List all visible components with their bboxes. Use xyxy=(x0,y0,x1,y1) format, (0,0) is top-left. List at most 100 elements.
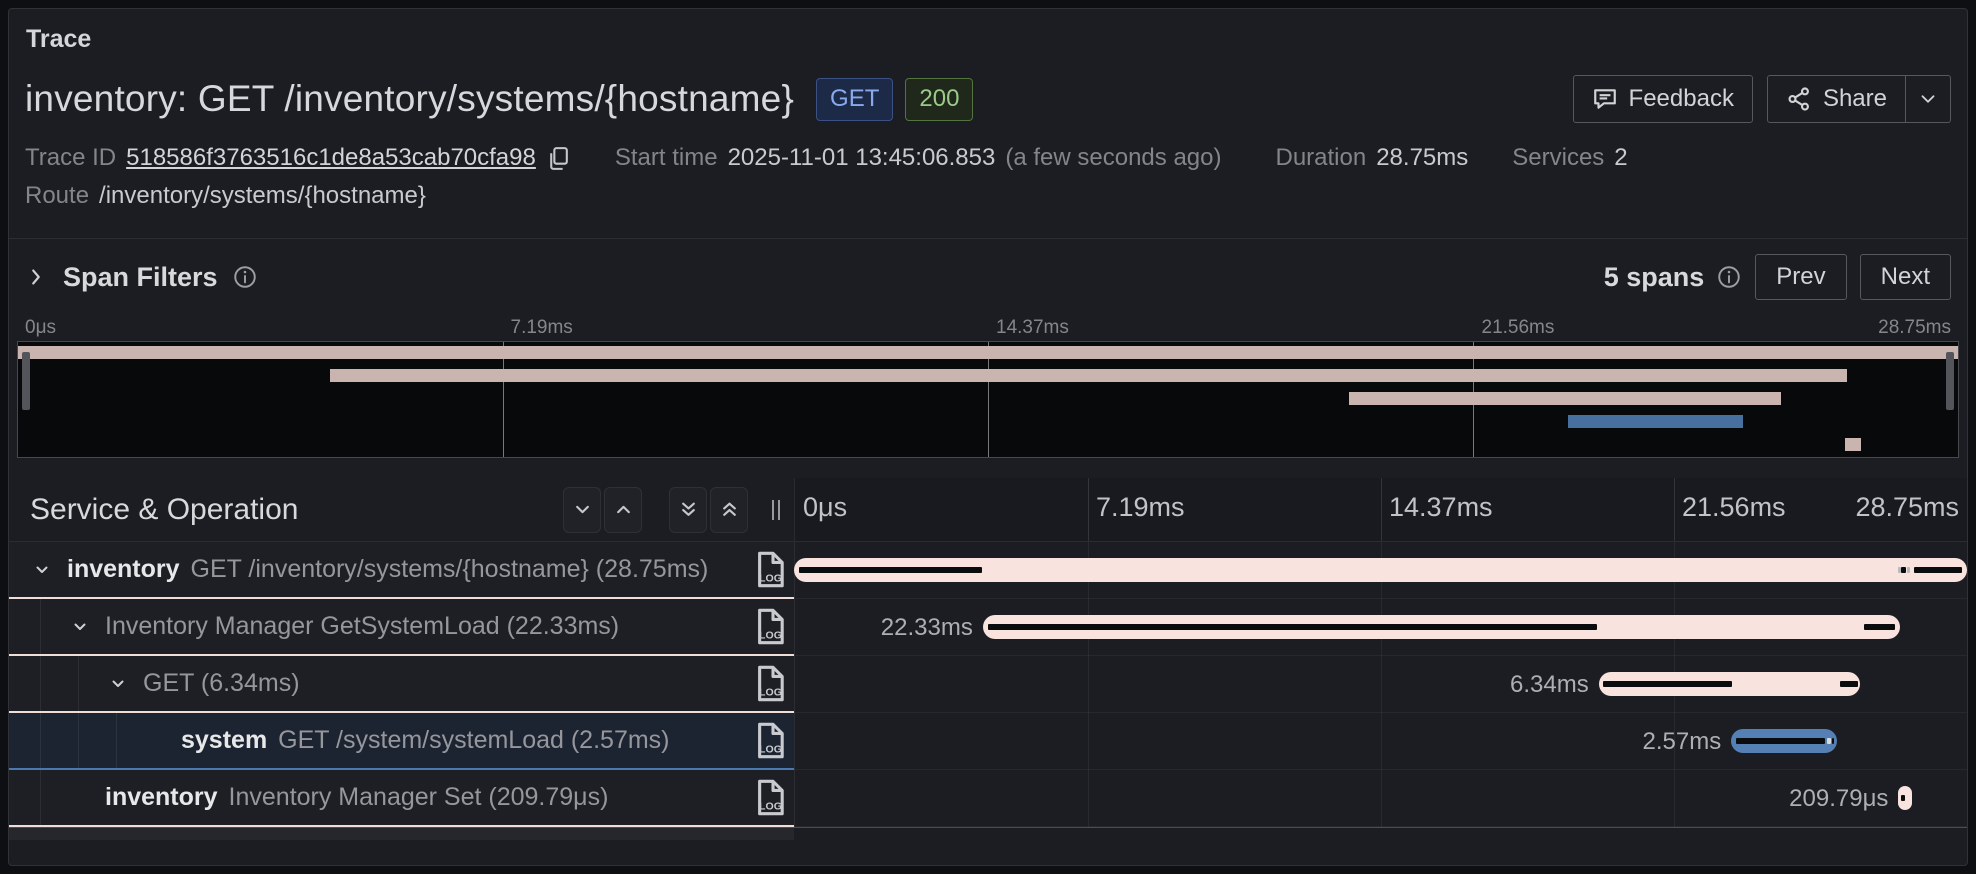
double-chevron-up-icon xyxy=(721,501,738,518)
timeline-tick-label: 21.56ms xyxy=(1481,317,1555,338)
timeline-header: Service & Operation 0μs 7.19ms 14.37ms 2… xyxy=(9,478,1967,542)
span-duration-label: 209.79μs xyxy=(1789,785,1889,812)
expand-all-button[interactable] xyxy=(710,486,748,533)
trace-meta-row: Trace ID 518586f3763516c1de8a53cab70cfa9… xyxy=(25,142,1951,174)
service-operation-title: Service & Operation xyxy=(30,492,299,526)
span-bar-cell[interactable] xyxy=(794,542,1967,599)
trace-panel: Trace inventory: GET /inventory/systems/… xyxy=(8,8,1968,866)
minimap-span-bar[interactable] xyxy=(1568,415,1743,428)
start-time-value: 2025-11-01 13:45:06.853 xyxy=(727,144,996,171)
critical-path-segment xyxy=(1735,738,1826,744)
next-span-button[interactable]: Next xyxy=(1859,254,1951,300)
critical-path-segment xyxy=(1831,738,1835,744)
critical-path-segment xyxy=(1914,567,1963,573)
panel-resize-handle[interactable] xyxy=(772,499,780,520)
timeline-tick-label: 0μs xyxy=(25,317,57,338)
collapse-all-button[interactable] xyxy=(669,486,707,533)
timeline-tick-label: 28.75ms xyxy=(1878,317,1951,338)
span-logs-button[interactable]: LOG xyxy=(754,608,785,645)
expand-one-button[interactable] xyxy=(604,486,642,533)
critical-path-segment xyxy=(1906,567,1910,573)
services-label: Services xyxy=(1512,144,1605,171)
svg-text:LOG: LOG xyxy=(759,743,782,755)
status-badge: 200 xyxy=(905,77,974,121)
span-tree-cell[interactable]: GET (6.34ms) LOG xyxy=(9,656,794,713)
services-count: 2 xyxy=(1614,144,1628,171)
gridline xyxy=(1381,478,1382,541)
expand-chevron-icon[interactable] xyxy=(34,562,67,578)
span-duration-label: 22.33ms xyxy=(880,614,973,641)
indent-guide xyxy=(78,656,79,711)
title-row: inventory: GET /inventory/systems/{hostn… xyxy=(25,72,1951,126)
span-operation-name: GET /system/systemLoad (2.57ms) xyxy=(278,726,670,754)
feedback-button[interactable]: Feedback xyxy=(1572,75,1753,123)
minimap-right-drag-handle[interactable] xyxy=(1946,352,1954,410)
indent-guide xyxy=(40,713,41,768)
share-dropdown-button[interactable] xyxy=(1905,75,1951,123)
minimap-canvas[interactable] xyxy=(17,341,1959,458)
minimap-span-bar[interactable] xyxy=(18,346,1958,359)
span-bar-cell[interactable]: 6.34ms xyxy=(794,656,1967,713)
trace-timeline-section: Service & Operation 0μs 7.19ms 14.37ms 2… xyxy=(9,478,1967,840)
span-bar-cell[interactable]: 22.33ms xyxy=(794,599,1967,656)
critical-path-segment xyxy=(1826,738,1831,744)
span-row[interactable]: Inventory Manager GetSystemLoad (22.33ms… xyxy=(9,599,1967,656)
chevron-up-icon xyxy=(615,501,632,518)
expand-chevron-icon[interactable] xyxy=(72,619,105,635)
span-row[interactable]: inventory GET /inventory/systems/{hostnam… xyxy=(9,542,1967,599)
gridline xyxy=(988,342,989,457)
critical-path-segment xyxy=(1603,681,1733,687)
gridline xyxy=(503,342,504,457)
collapse-all-button-group xyxy=(666,486,748,533)
span-count-info-icon[interactable] xyxy=(1716,264,1742,290)
indent-guide xyxy=(40,770,41,825)
span-logs-button[interactable]: LOG xyxy=(754,722,785,759)
route-value: /inventory/systems/{hostname} xyxy=(99,182,426,209)
expand-chevron-icon[interactable] xyxy=(110,676,143,692)
trace-id-link[interactable]: 518586f3763516c1de8a53cab70cfa98 xyxy=(126,144,536,172)
critical-path-segment xyxy=(1863,624,1896,630)
span-logs-button[interactable]: LOG xyxy=(754,779,785,816)
span-duration-label: 2.57ms xyxy=(1642,728,1722,755)
span-filters-row: Span Filters 5 spans Prev Next xyxy=(25,239,1951,315)
span-row[interactable]: GET (6.34ms) LOG 6.34ms xyxy=(9,656,1967,713)
route-row: Route /inventory/systems/{hostname} xyxy=(25,180,1951,212)
timeline-tick-label: 7.19ms xyxy=(510,317,573,338)
span-service-name: inventory xyxy=(105,783,218,811)
info-icon[interactable] xyxy=(232,264,258,290)
span-row[interactable]: system GET /system/systemLoad (2.57ms) LOG… xyxy=(9,713,1967,770)
timeline-tick-label: 14.37ms xyxy=(1389,492,1493,522)
span-tree-cell[interactable]: inventory Inventory Manager Set (209.79μs… xyxy=(9,770,794,827)
timeline-tick-label: 28.75ms xyxy=(1855,492,1959,522)
minimap-span-bar[interactable] xyxy=(1348,392,1782,405)
span-tree-cell[interactable]: inventory GET /inventory/systems/{hostnam… xyxy=(9,542,794,599)
critical-path-segment xyxy=(798,567,982,573)
span-tree-cell[interactable]: system GET /system/systemLoad (2.57ms) LOG xyxy=(9,713,794,770)
horizontal-scrollbar[interactable] xyxy=(9,828,794,840)
comment-icon xyxy=(1592,86,1618,112)
span-tree-cell[interactable]: Inventory Manager GetSystemLoad (22.33ms… xyxy=(9,599,794,656)
collapse-one-button[interactable] xyxy=(563,486,601,533)
critical-path-segment xyxy=(1901,795,1906,801)
critical-path-segment xyxy=(1897,567,1901,573)
minimap-span-bar[interactable] xyxy=(330,369,1848,382)
span-bar-cell[interactable]: 2.57ms xyxy=(794,713,1967,770)
critical-path-segment xyxy=(987,624,1598,630)
minimap-left-drag-handle[interactable] xyxy=(22,352,30,410)
route-label: Route xyxy=(25,182,90,209)
span-logs-button[interactable]: LOG xyxy=(754,551,785,588)
timeline-tick-label: 7.19ms xyxy=(1096,492,1185,522)
span-logs-button[interactable]: LOG xyxy=(754,665,785,702)
span-operation-name: Inventory Manager Set (209.79μs) xyxy=(228,783,609,811)
timeline-tick-header: 0μs 7.19ms 14.37ms 21.56ms 28.75ms xyxy=(794,478,1967,541)
minimap-tick-labels: 0μs 7.19ms 14.37ms 21.56ms 28.75ms xyxy=(17,315,1959,341)
span-row[interactable]: inventory Inventory Manager Set (209.79μs… xyxy=(9,770,1967,827)
timeline-tick-label: 14.37ms xyxy=(996,317,1069,338)
service-operation-header: Service & Operation xyxy=(9,478,794,541)
span-bar-cell[interactable]: 209.79μs xyxy=(794,770,1967,827)
copy-icon[interactable] xyxy=(546,145,571,172)
share-button[interactable]: Share xyxy=(1766,75,1906,123)
prev-span-button[interactable]: Prev xyxy=(1755,254,1847,300)
span-filters-expand-chevron-icon[interactable] xyxy=(25,266,47,288)
minimap-span-bar[interactable] xyxy=(1844,438,1861,451)
